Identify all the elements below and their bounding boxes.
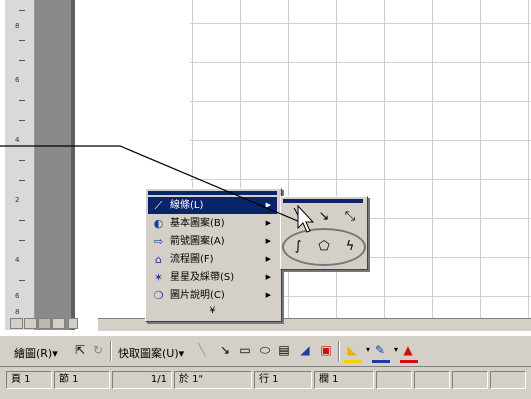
ruler-tick (19, 100, 25, 101)
text-box-icon[interactable]: ▤ (276, 342, 292, 358)
ruler-number: 4 (15, 136, 20, 144)
font-color-swatch (400, 360, 418, 363)
menu-item-label: 流程圖(F) (170, 254, 214, 265)
status-page-count: 1/1 (112, 371, 172, 389)
arrow-tool-icon[interactable]: ↘ (313, 207, 335, 227)
vertical-ruler: 8 6 4 2 4 6 8 (5, 0, 35, 330)
menu-item-callouts[interactable]: ❍ 圖片說明(C) ▶ (148, 287, 277, 304)
ruler-number: 8 (15, 22, 20, 30)
submenu-arrow-icon: ▶ (265, 273, 271, 281)
drawing-toolbar: 繪圖(R)▾ ⇱ ↻ 快取圖案(U)▾ ╲ ↘ ▭ ⬭ ▤ ◢ ▣ ◣ ▾ ✎ … (0, 335, 531, 367)
wordart-icon[interactable]: ◢ (297, 342, 313, 358)
status-bar: 頁 1 節 1 1/1 於 1" 行 1 欄 1 (0, 367, 531, 399)
menu-item-lines[interactable]: ⟋ 線條(L) ▶ (148, 197, 277, 214)
select-objects-icon[interactable]: ⇱ (72, 342, 88, 358)
arrow-icon[interactable]: ↘ (217, 342, 233, 358)
line-icon[interactable]: ╲ (194, 342, 210, 358)
flowchart-icon: ⌂ (155, 253, 162, 266)
ruler-tick (19, 160, 25, 161)
highlight-oval (282, 228, 366, 266)
status-line: 行 1 (254, 371, 312, 389)
fill-color-icon[interactable]: ◣ (344, 342, 360, 358)
menu-item-flowchart[interactable]: ⌂ 流程圖(F) ▶ (148, 251, 277, 268)
ruler-number: 2 (15, 196, 20, 204)
ruler-tick (19, 220, 25, 221)
menu-item-label: 箭號圖案(A) (170, 236, 225, 247)
ruler-tick (19, 180, 25, 181)
menu-item-block-arrows[interactable]: ⇨ 箭號圖案(A) ▶ (148, 233, 277, 250)
toolbar-separator (338, 341, 340, 361)
outline-view-button[interactable] (52, 318, 65, 329)
ruler-number: 6 (15, 292, 20, 300)
scroll-left-button[interactable] (68, 318, 78, 329)
ruler-number: 6 (15, 76, 20, 84)
chevron-double-down-icon: ¥ (209, 306, 216, 316)
normal-view-button[interactable] (10, 318, 23, 329)
submenu-arrow-icon: ▶ (265, 291, 271, 299)
ruler-number: 4 (15, 256, 20, 264)
page-edge-shadow (71, 0, 75, 330)
menu-item-basic-shapes[interactable]: ◐ 基本圖案(B) ▶ (148, 215, 277, 232)
page-gutter (35, 0, 71, 330)
draw-menu-button[interactable]: 繪圖(R)▾ (14, 345, 58, 361)
menu-item-label: 星星及綵帶(S) (170, 272, 235, 283)
fill-color-swatch (344, 360, 362, 363)
status-ovr-indicator (490, 371, 526, 389)
ruler-tick (19, 120, 25, 121)
toolbar-separator (110, 341, 112, 361)
status-ext-indicator (452, 371, 488, 389)
web-layout-view-button[interactable] (24, 318, 37, 329)
rectangle-icon[interactable]: ▭ (237, 342, 253, 358)
status-rec-indicator (376, 371, 412, 389)
oval-icon[interactable]: ⬭ (257, 342, 273, 358)
line-color-icon[interactable]: ✎ (372, 342, 388, 358)
status-column: 欄 1 (314, 371, 374, 389)
menu-item-label: 圖片說明(C) (170, 290, 225, 301)
autoshapes-menu: ⟋ 線條(L) ▶ ◐ 基本圖案(B) ▶ ⇨ 箭號圖案(A) ▶ ⌂ 流程圖(… (145, 188, 282, 322)
clip-art-icon[interactable]: ▣ (318, 342, 334, 358)
stars-banners-icon: ✶ (153, 271, 164, 284)
status-section: 節 1 (54, 371, 110, 389)
status-position: 於 1" (174, 371, 252, 389)
submenu-arrow-icon: ▶ (265, 219, 271, 227)
submenu-drag-bar[interactable] (283, 199, 363, 203)
menu-item-label: 線條(L) (170, 200, 204, 211)
ruler-tick (19, 280, 25, 281)
ruler-tick (19, 40, 25, 41)
submenu-arrow-icon: ▶ (265, 237, 271, 245)
status-trk-indicator (414, 371, 450, 389)
menu-drag-bar[interactable] (148, 191, 277, 195)
menu-item-stars-banners[interactable]: ✶ 星星及綵帶(S) ▶ (148, 269, 277, 286)
status-page: 頁 1 (6, 371, 52, 389)
line-icon: ⟋ (154, 199, 163, 212)
submenu-arrow-icon: ▶ (265, 201, 271, 209)
free-rotate-icon[interactable]: ↻ (90, 342, 106, 358)
double-arrow-tool-icon[interactable]: ⤡ (339, 207, 361, 227)
line-tool-icon[interactable]: ╲ (287, 207, 309, 227)
menu-expand-more[interactable]: ¥ (148, 303, 277, 320)
line-color-swatch (372, 360, 390, 363)
ruler-tick (19, 240, 25, 241)
callouts-icon: ❍ (153, 289, 164, 302)
font-color-icon[interactable]: ▲ (400, 342, 416, 358)
basic-shapes-icon: ◐ (153, 217, 164, 230)
block-arrows-icon: ⇨ (153, 235, 164, 248)
menu-item-label: 基本圖案(B) (170, 218, 225, 229)
submenu-arrow-icon: ▶ (265, 255, 271, 263)
ruler-tick (19, 60, 25, 61)
ruler-number: 8 (15, 308, 20, 316)
print-layout-view-button[interactable] (38, 318, 51, 329)
autoshapes-menu-button[interactable]: 快取圖案(U)▾ (118, 345, 184, 361)
view-buttons (8, 318, 98, 330)
ruler-tick (19, 10, 25, 11)
